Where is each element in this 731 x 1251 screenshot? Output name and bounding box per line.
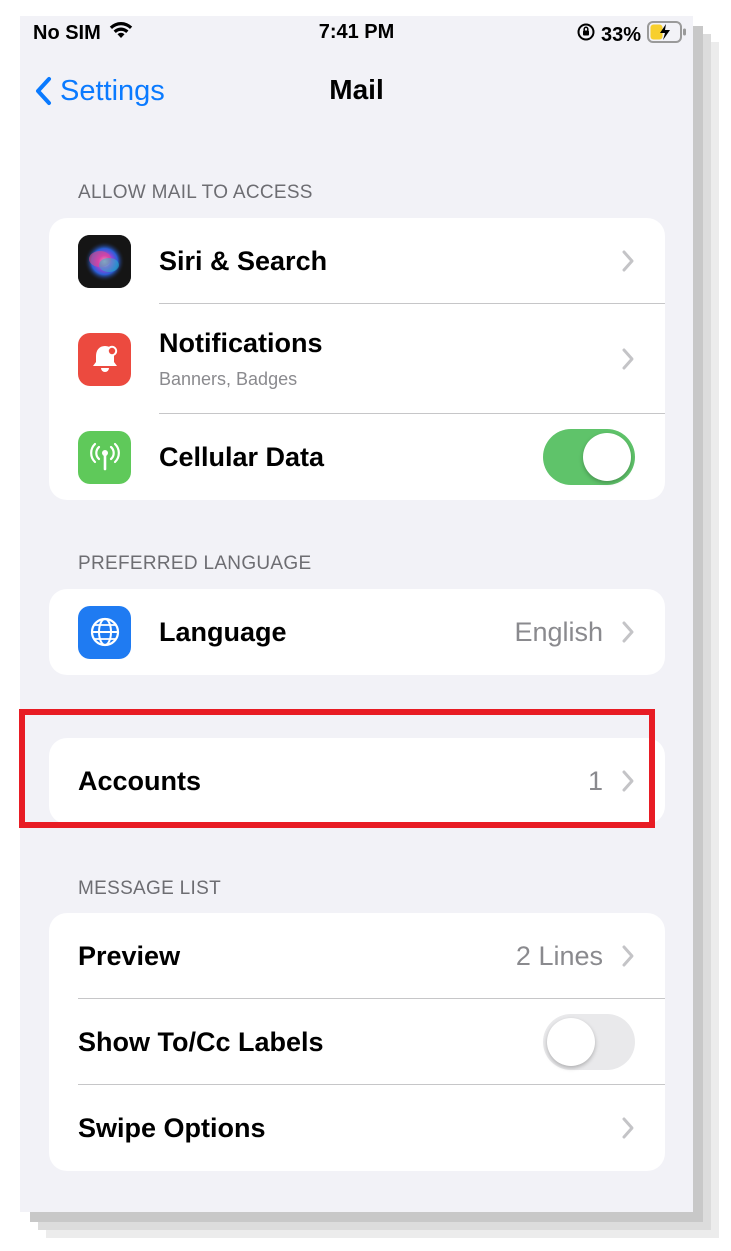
navigation-bar: Settings Mail [20,68,693,114]
notifications-label: Notifications [159,328,323,358]
row-show-to-cc-labels: Show To/Cc Labels [49,999,665,1085]
chevron-right-icon [622,348,634,370]
battery-status: 33% [577,21,687,49]
show-to-cc-label: Show To/Cc Labels [78,1026,324,1057]
row-accounts[interactable]: Accounts 1 [49,738,665,824]
accounts-label: Accounts [78,765,202,796]
phone-screen: No SIM 7:41 PM 33% Settings Mail ALLOW M… [20,16,693,1212]
chevron-right-icon [622,250,634,272]
row-swipe-options[interactable]: Swipe Options [49,1085,665,1171]
page-title: Mail [329,74,384,105]
language-value: English [514,616,603,647]
chevron-right-icon [622,621,634,643]
status-bar: No SIM 7:41 PM 33% [20,16,693,52]
preferred-language-group: Language English [49,589,665,675]
siri-search-label: Siri & Search [159,245,328,276]
section-header-message-list: MESSAGE LIST [78,878,221,899]
section-header-allow-access: ALLOW MAIL TO ACCESS [78,182,313,203]
globe-icon [78,605,131,659]
row-cellular-data: Cellular Data [49,414,665,500]
accounts-count: 1 [587,765,603,796]
accounts-group: Accounts 1 [49,738,665,824]
notifications-sublabel: Banners, Badges [159,369,298,389]
toggle-knob [547,1018,595,1066]
cellular-data-toggle[interactable] [543,429,635,485]
row-language[interactable]: Language English [49,589,665,675]
show-to-cc-toggle[interactable] [543,1014,635,1070]
message-list-group: Preview 2 Lines Show To/Cc Labels Swipe … [49,913,665,1171]
row-notifications[interactable]: Notifications Banners, Badges [49,304,665,414]
cellular-data-label: Cellular Data [159,441,325,472]
section-header-preferred-language: PREFERRED LANGUAGE [78,553,312,574]
allow-access-group: Siri & Search Notifications Banners, Bad… [49,218,665,500]
antenna-icon [78,430,131,484]
row-preview[interactable]: Preview 2 Lines [49,913,665,999]
preview-value: 2 Lines [515,940,603,971]
row-siri-search[interactable]: Siri & Search [49,218,665,304]
preview-label: Preview [78,940,181,971]
toggle-knob [583,433,631,481]
orientation-lock-icon [577,23,595,47]
battery-charging-icon [647,21,687,49]
swipe-options-label: Swipe Options [78,1112,266,1143]
siri-icon [78,234,131,288]
battery-percent: 33% [600,23,641,46]
chevron-right-icon [622,770,634,792]
notification-bell-icon [78,332,131,386]
chevron-right-icon [622,945,634,967]
chevron-right-icon [622,1117,634,1139]
language-label: Language [159,616,287,647]
